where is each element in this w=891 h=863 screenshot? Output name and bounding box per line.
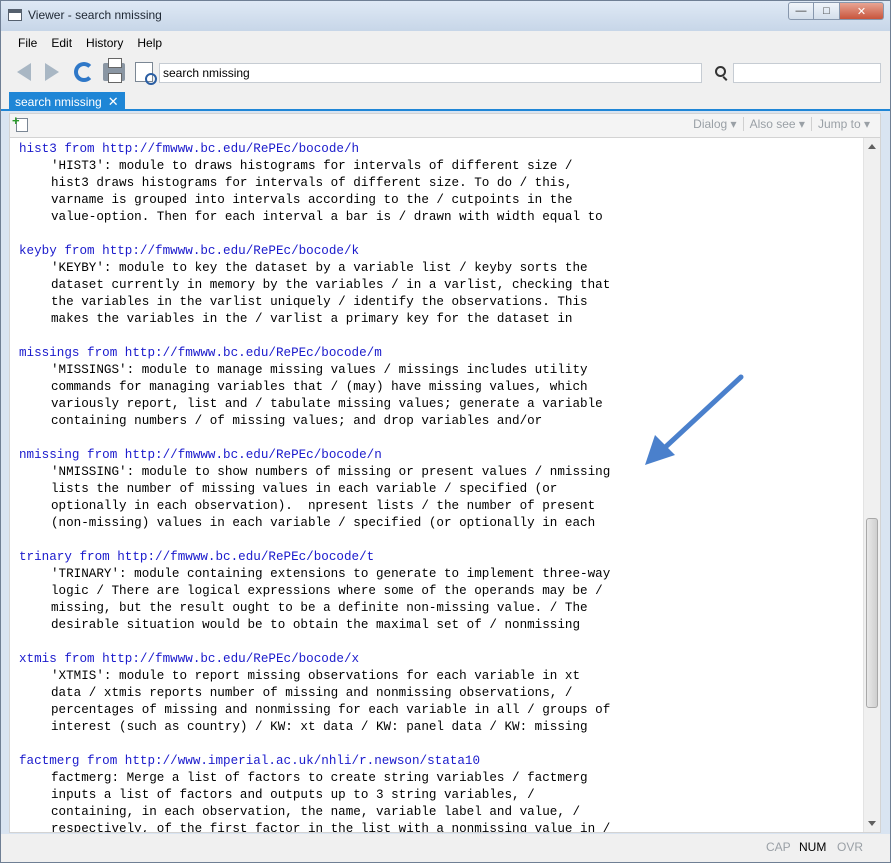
result-description-line: factmerg: Merge a list of factors to cre…: [51, 771, 588, 785]
result-description-line: dataset currently in memory by the varia…: [51, 278, 611, 292]
tab-strip: search nmissing ✕: [1, 91, 890, 111]
forward-button[interactable]: [39, 60, 65, 84]
result-description-line: the variables in the varlist uniquely / …: [51, 295, 588, 309]
result-description-line: (non-missing) values in each variable / …: [51, 516, 596, 530]
jump-to-button[interactable]: Jump to ▾: [810, 117, 876, 131]
result-description-line: containing numbers / of missing values; …: [51, 414, 543, 428]
app-icon: [8, 9, 22, 21]
status-bar: CAP NUM OVR: [1, 834, 890, 862]
menu-edit[interactable]: Edit: [44, 36, 79, 50]
result-description-line: percentages of missing and nonmissing fo…: [51, 703, 611, 717]
result-package-link[interactable]: nmissing from http://fmwww.bc.edu/RePEc/…: [19, 447, 610, 464]
result-description-line: makes the variables in the / varlist a p…: [51, 312, 573, 326]
back-button[interactable]: [11, 60, 37, 84]
result-entry: missings from http://fmwww.bc.edu/RePEc/…: [19, 345, 610, 430]
minimize-button[interactable]: —: [788, 2, 814, 20]
search-icon: [715, 66, 726, 77]
find-input[interactable]: [733, 63, 881, 83]
result-package-link[interactable]: keyby from http://fmwww.bc.edu/RePEc/boc…: [19, 243, 610, 260]
status-ovr: OVR: [837, 840, 864, 854]
menu-help[interactable]: Help: [130, 36, 169, 50]
result-entry: factmerg from http://www.imperial.ac.uk/…: [19, 753, 611, 833]
result-description-line: variously report, list and / tabulate mi…: [51, 397, 603, 411]
result-package-link[interactable]: hist3 from http://fmwww.bc.edu/RePEc/boc…: [19, 141, 610, 158]
menu-file[interactable]: File: [11, 36, 44, 50]
result-description-line: 'HIST3': module to draws histograms for …: [51, 159, 573, 173]
close-button[interactable]: ✕: [840, 2, 884, 20]
print-button[interactable]: [101, 58, 127, 84]
result-description-line: data / xtmis reports number of missing a…: [51, 686, 573, 700]
result-description-line: 'XTMIS': module to report missing observ…: [51, 669, 581, 683]
command-input[interactable]: [159, 63, 702, 83]
status-cap: CAP: [766, 840, 791, 854]
result-package-link[interactable]: missings from http://fmwww.bc.edu/RePEc/…: [19, 345, 610, 362]
result-description-line: respectively, of the first factor in the…: [51, 822, 611, 833]
result-description-line: logic / There are logical expressions wh…: [51, 584, 603, 598]
result-description-line: 'MISSINGS': module to manage missing val…: [51, 363, 588, 377]
viewer-window: Viewer - search nmissing — □ ✕ File Edit…: [0, 0, 891, 863]
annotation-arrow-icon: [645, 374, 744, 465]
menu-bar: File Edit History Help: [1, 31, 169, 55]
results-content: hist3 from http://fmwww.bc.edu/RePEc/boc…: [9, 137, 881, 833]
tab-label: search nmissing: [15, 94, 102, 109]
result-description-line: containing, in each observation, the nam…: [51, 805, 581, 819]
result-entry: xtmis from http://fmwww.bc.edu/RePEc/boc…: [19, 651, 610, 736]
dialog-button[interactable]: Dialog ▾: [687, 117, 742, 131]
content-toolbar: Dialog ▾ Also see ▾ Jump to ▾: [9, 113, 881, 137]
result-description-line: 'NMISSING': module to show numbers of mi…: [51, 465, 611, 479]
result-description-line: optionally in each observation). npresen…: [51, 499, 596, 513]
forward-arrow-icon: [45, 63, 59, 81]
scroll-down-icon[interactable]: [868, 821, 876, 826]
new-viewer-icon[interactable]: [12, 113, 28, 132]
scroll-thumb[interactable]: [866, 518, 878, 708]
result-description-line: 'KEYBY': module to key the dataset by a …: [51, 261, 588, 275]
result-package-link[interactable]: trinary from http://fmwww.bc.edu/RePEc/b…: [19, 549, 610, 566]
result-entry: nmissing from http://fmwww.bc.edu/RePEc/…: [19, 447, 610, 532]
result-description-line: inputs a list of factors and outputs up …: [51, 788, 535, 802]
search-document-icon: [135, 62, 157, 85]
refresh-icon: [74, 62, 94, 82]
also-see-button[interactable]: Also see ▾: [742, 117, 811, 131]
result-package-link[interactable]: xtmis from http://fmwww.bc.edu/RePEc/boc…: [19, 651, 610, 668]
refresh-button[interactable]: [71, 60, 97, 84]
result-description-line: desirable situation would be to obtain t…: [51, 618, 581, 632]
result-entry: trinary from http://fmwww.bc.edu/RePEc/b…: [19, 549, 610, 634]
window-title: Viewer - search nmissing: [28, 8, 162, 22]
result-description-line: interest (such as country) / KW: xt data…: [51, 720, 588, 734]
toolbar: [1, 58, 890, 88]
result-description-line: value-option. Then for each interval a b…: [51, 210, 603, 224]
result-entry: keyby from http://fmwww.bc.edu/RePEc/boc…: [19, 243, 610, 328]
result-description-line: commands for managing variables that / (…: [51, 380, 588, 394]
status-num: NUM: [799, 840, 827, 854]
back-arrow-icon: [17, 63, 31, 81]
scroll-up-icon[interactable]: [868, 144, 876, 149]
vertical-scrollbar[interactable]: [863, 138, 880, 832]
printer-icon: [103, 58, 125, 83]
result-description-line: hist3 draws histograms for intervals of …: [51, 176, 573, 190]
menu-history[interactable]: History: [79, 36, 130, 50]
result-description-line: lists the number of missing values in ea…: [51, 482, 558, 496]
result-description-line: missing, but the result ought to be a de…: [51, 601, 588, 615]
result-description-line: varname is grouped into intervals accord…: [51, 193, 573, 207]
tab-search-nmissing[interactable]: search nmissing ✕: [9, 92, 125, 111]
find-in-page-button[interactable]: [131, 60, 157, 85]
results-list: hist3 from http://fmwww.bc.edu/RePEc/boc…: [19, 141, 611, 833]
result-package-link[interactable]: factmerg from http://www.imperial.ac.uk/…: [19, 753, 610, 770]
result-entry: hist3 from http://fmwww.bc.edu/RePEc/boc…: [19, 141, 610, 226]
result-description-line: 'TRINARY': module containing extensions …: [51, 567, 611, 581]
title-bar: Viewer - search nmissing — □ ✕: [1, 1, 890, 31]
window-chrome: File Edit History Help search nmissing ✕: [1, 31, 890, 111]
tab-close-icon[interactable]: ✕: [108, 94, 119, 110]
maximize-button[interactable]: □: [814, 2, 840, 20]
